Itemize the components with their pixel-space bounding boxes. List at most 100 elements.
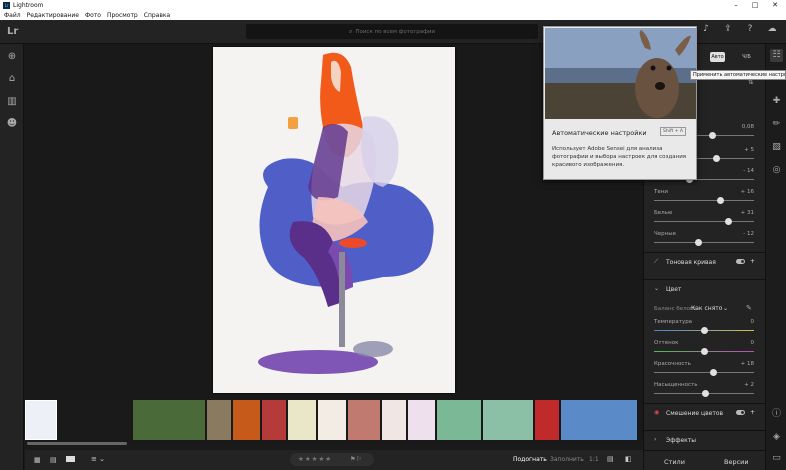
add-icon[interactable]: + bbox=[750, 409, 755, 416]
slider-tint[interactable]: Оттенок 0 bbox=[654, 340, 754, 360]
radial-icon[interactable]: ◎ bbox=[770, 164, 783, 177]
tag-icon[interactable]: ◈ bbox=[770, 431, 783, 444]
chevron-down-icon[interactable]: ⌄ bbox=[723, 305, 728, 312]
bell-icon[interactable]: ♪ bbox=[700, 24, 712, 34]
chevron-right-icon: › bbox=[654, 436, 657, 443]
slider-knob[interactable] bbox=[716, 197, 724, 204]
filmstrip-scrollbar[interactable] bbox=[27, 442, 127, 445]
filmstrip bbox=[25, 398, 643, 445]
color-wheel-icon: ◉ bbox=[654, 409, 660, 416]
search-input[interactable]: ⌕ Поиск по всем фотографии bbox=[246, 24, 538, 39]
curve-icon: ⟋ bbox=[654, 258, 659, 265]
menu-view[interactable]: Просмотр bbox=[107, 12, 138, 19]
help-icon[interactable]: ? bbox=[744, 24, 756, 34]
maximize-icon[interactable]: □ bbox=[745, 0, 765, 10]
slider-blacks[interactable]: Черные - 12 bbox=[654, 231, 754, 251]
sort-icon[interactable]: ≡ ⌄ bbox=[91, 455, 105, 463]
minimize-icon[interactable]: – bbox=[726, 0, 746, 10]
color-section-header[interactable]: ⌄ Цвет bbox=[644, 279, 766, 299]
close-icon[interactable]: ✕ bbox=[765, 0, 785, 10]
thumbnail[interactable] bbox=[408, 400, 435, 440]
compare-icon[interactable]: ▤ bbox=[607, 455, 614, 463]
info-icon[interactable]: ⓘ bbox=[770, 408, 783, 421]
rating-bar: ★★★★★ ⚑⚐ bbox=[290, 453, 374, 466]
thumbnail[interactable] bbox=[382, 400, 406, 440]
slider-knob[interactable] bbox=[701, 390, 709, 397]
bottom-toolbar: ▦ ▤ ≡ ⌄ ★★★★★ ⚑⚐ Подогнать Заполнить 1:1… bbox=[25, 450, 643, 470]
slider-knob[interactable] bbox=[700, 348, 708, 355]
grid-view-icon[interactable]: ▦ bbox=[34, 456, 41, 464]
single-view-icon[interactable] bbox=[66, 456, 75, 462]
cloud-icon[interactable]: ☁ bbox=[766, 24, 778, 34]
thumbnail[interactable] bbox=[348, 400, 380, 440]
popup-body: Использует Adobe Sensei для анализа фото… bbox=[552, 146, 687, 168]
bw-button[interactable]: Ч/Б bbox=[739, 52, 754, 62]
thumbnail[interactable] bbox=[561, 400, 637, 440]
gradient-icon[interactable]: ▧ bbox=[770, 141, 783, 154]
eyedropper-icon[interactable]: ✎ bbox=[746, 304, 752, 312]
menu-photo[interactable]: Фото bbox=[85, 12, 101, 19]
auto-button[interactable]: Авто bbox=[710, 52, 725, 62]
color-mix-toggle[interactable] bbox=[736, 410, 745, 415]
popup-title: Автоматические настройки bbox=[552, 129, 647, 137]
thumbnail[interactable] bbox=[233, 400, 260, 440]
right-rail: ☷ ⌗ ✚ ✏ ▧ ◎ ⓘ ◈ ▭ bbox=[765, 44, 786, 470]
square-grid-icon[interactable]: ▤ bbox=[50, 456, 57, 464]
slider-knob[interactable] bbox=[694, 239, 702, 246]
brush-icon[interactable]: ✏ bbox=[770, 118, 783, 131]
thumbnail[interactable] bbox=[59, 400, 131, 440]
thumbnail[interactable] bbox=[318, 400, 346, 440]
slider-temperature[interactable]: Температура 0 bbox=[654, 319, 754, 339]
slider-knob[interactable] bbox=[708, 132, 716, 139]
split-view-icon[interactable]: ◧ bbox=[625, 455, 632, 463]
ratio-button[interactable]: 1:1 bbox=[589, 456, 599, 463]
library-icon[interactable]: ▥ bbox=[5, 95, 19, 109]
add-photos-icon[interactable]: ⊕ bbox=[5, 50, 19, 64]
watercolor-illustration bbox=[213, 47, 455, 393]
tone-curve-toggle[interactable] bbox=[736, 259, 745, 264]
thumbnail-selected[interactable] bbox=[25, 400, 57, 440]
left-rail: ⊕ ⌂ ▥ ☻ bbox=[0, 44, 24, 470]
tone-curve-section[interactable]: ⟋ Тоновая кривая + bbox=[644, 252, 766, 272]
versions-button[interactable]: Версии bbox=[724, 458, 749, 466]
healing-icon[interactable]: ✚ bbox=[770, 95, 783, 108]
slider-knob[interactable] bbox=[712, 155, 720, 162]
comment-icon[interactable]: ▭ bbox=[770, 452, 783, 465]
star-rating[interactable]: ★★★★★ bbox=[298, 455, 332, 463]
thumbnail[interactable] bbox=[483, 400, 533, 440]
styles-button[interactable]: Стили bbox=[664, 458, 685, 466]
thumbnail[interactable] bbox=[437, 400, 481, 440]
color-mix-section[interactable]: ◉ Смешение цветов + bbox=[644, 403, 766, 423]
slider-knob[interactable] bbox=[724, 218, 732, 225]
slider-saturation[interactable]: Насыщенность + 2 bbox=[654, 382, 754, 402]
thumbnail[interactable] bbox=[288, 400, 316, 440]
share-icon[interactable]: ⇪ bbox=[722, 24, 734, 34]
add-icon[interactable]: + bbox=[750, 258, 755, 265]
menu-bar: Файл Редактирование Фото Просмотр Справк… bbox=[0, 10, 786, 20]
thumbnail[interactable] bbox=[535, 400, 559, 440]
effects-section-header[interactable]: › Эффекты bbox=[644, 430, 766, 450]
slider-vibrance[interactable]: Красочность + 18 bbox=[654, 361, 754, 381]
edit-sliders-icon[interactable]: ☷ bbox=[770, 49, 783, 62]
slider-whites[interactable]: Белые + 31 bbox=[654, 210, 754, 230]
people-icon[interactable]: ☻ bbox=[5, 117, 19, 131]
slider-knob[interactable] bbox=[700, 327, 708, 334]
chevron-down-icon: ⌄ bbox=[654, 285, 660, 292]
thumbnail[interactable] bbox=[262, 400, 286, 440]
fit-button[interactable]: Подогнать bbox=[513, 456, 547, 463]
slider-knob[interactable] bbox=[709, 369, 717, 376]
lr-logo: Lr bbox=[7, 26, 19, 37]
thumbnail[interactable] bbox=[133, 400, 205, 440]
home-icon[interactable]: ⌂ bbox=[5, 72, 19, 86]
thumbnail[interactable] bbox=[207, 400, 231, 440]
lightroom-app-icon: Lr bbox=[3, 1, 10, 9]
slider-shadows[interactable]: Тени + 16 bbox=[654, 189, 754, 209]
menu-help[interactable]: Справка bbox=[144, 12, 170, 19]
wb-select[interactable]: Как снято bbox=[691, 305, 722, 312]
main-photo bbox=[213, 47, 455, 393]
menu-edit[interactable]: Редактирование bbox=[27, 12, 79, 19]
menu-file[interactable]: Файл bbox=[4, 12, 21, 19]
fill-button[interactable]: Заполнить bbox=[550, 456, 584, 463]
flag-icon[interactable]: ⚑⚐ bbox=[350, 455, 362, 463]
tooltip: Применить автоматические настройки bbox=[690, 70, 786, 80]
